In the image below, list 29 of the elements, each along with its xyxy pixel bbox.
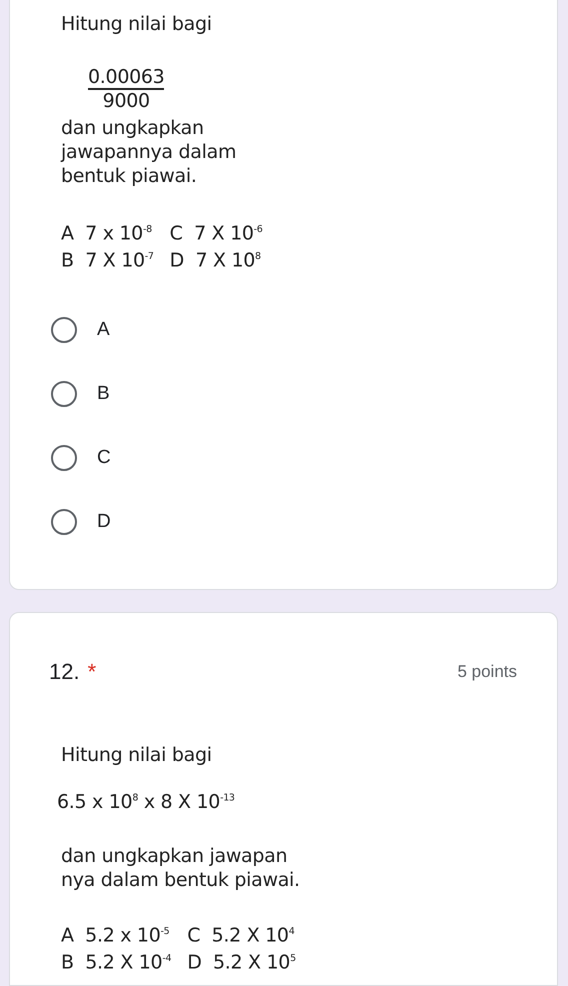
required-mark: *	[88, 658, 96, 685]
radio-button[interactable]	[51, 380, 77, 407]
radio-button[interactable]	[51, 316, 77, 343]
question-prompt: Hitung nilai bagi	[61, 742, 213, 767]
answer-choice-text: B 5.2 X 10$^{-4}$	[61, 950, 172, 975]
radio-option[interactable]: D	[51, 508, 557, 535]
fraction-denominator: 9000	[102, 90, 150, 112]
question-instruction: nya dalam bentuk piawai.	[61, 868, 300, 891]
fraction-numerator: 0.00063	[88, 66, 164, 90]
radio-button[interactable]	[51, 444, 77, 471]
radio-option[interactable]: B	[51, 380, 557, 407]
answer-choice-text: D 5.2 X 10$^{5}$	[187, 950, 296, 975]
answer-choice-text: D 7 X 10$^{8}$	[170, 248, 262, 273]
answer-choice-text: C 5.2 X 10$^{4}$	[187, 923, 296, 948]
question-instruction: dan ungkapkan jawapan	[61, 844, 288, 867]
question-instruction: bentuk piawai.	[61, 165, 197, 187]
answer-choice-text: A 7 x 10$^{-8}$	[61, 221, 153, 246]
radio-option[interactable]: A	[51, 316, 557, 343]
answer-choice-text: C 7 X 10$^{-6}$	[170, 221, 263, 246]
answer-choice-text: B 7 X 10$^{-7}$	[61, 248, 154, 273]
question-prompt: Hitung nilai bagi	[61, 12, 213, 36]
question-instruction: dan ungkapkan	[61, 117, 204, 139]
question-number: 12.	[49, 658, 80, 685]
radio-option[interactable]: C	[51, 444, 557, 471]
radio-button[interactable]	[51, 508, 77, 535]
math-expression: 6.5 x 10$^{8}$ x 8 X 10$^{-13}$	[57, 790, 235, 813]
question-instruction: jawapannya dalam	[61, 141, 236, 163]
answer-choice-text: A 5.2 x 10$^{-5}$	[61, 923, 170, 948]
points-label: 5 points	[457, 662, 517, 682]
